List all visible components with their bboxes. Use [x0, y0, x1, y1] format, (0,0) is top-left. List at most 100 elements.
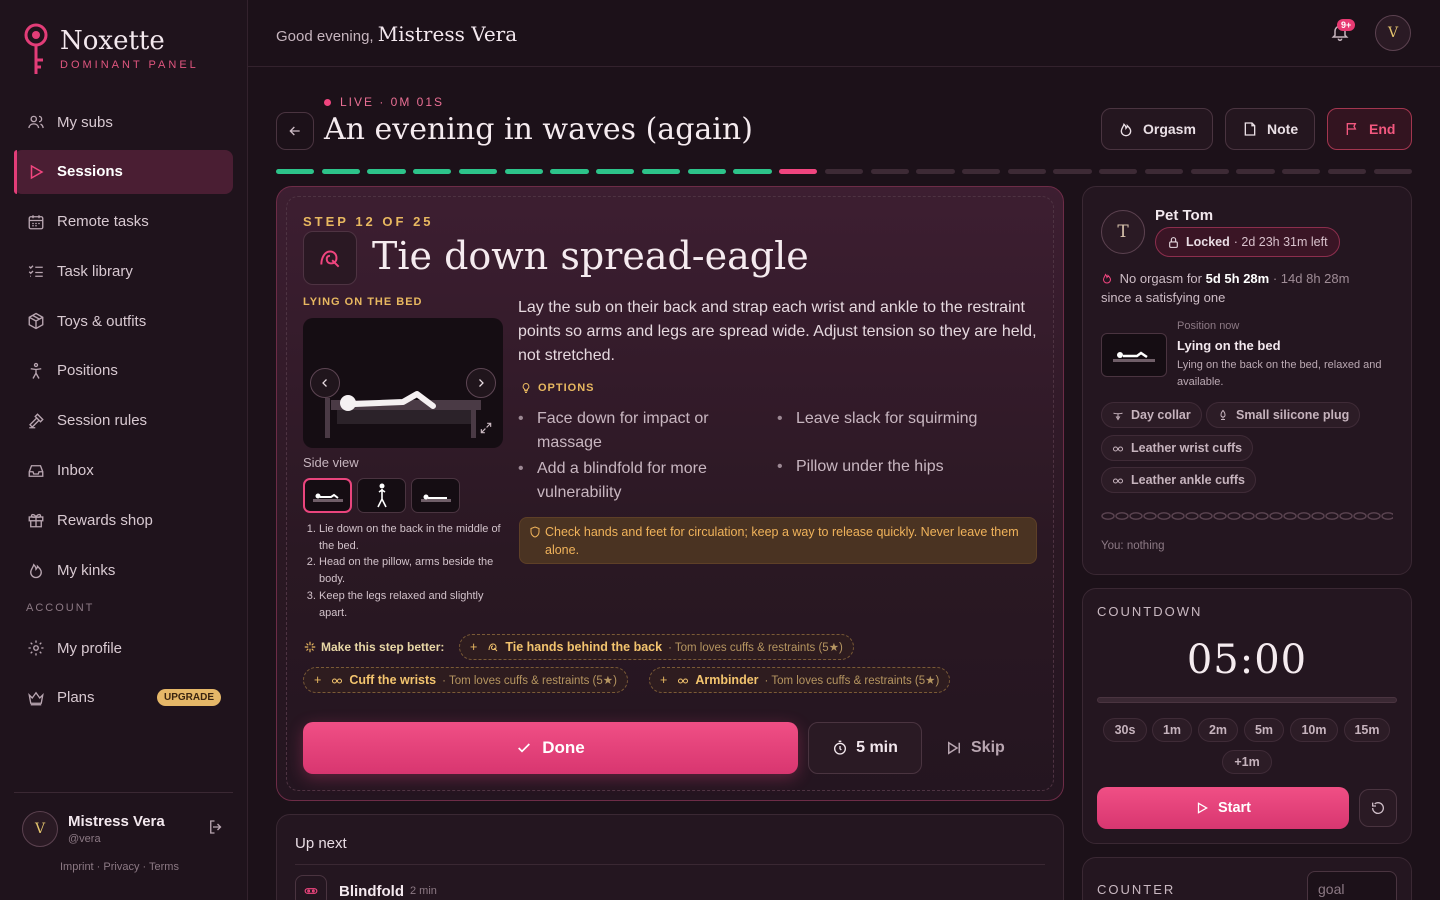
sidebar-item-positions[interactable]: Positions [14, 349, 233, 393]
progress-segment [641, 169, 681, 174]
timer-label: 5 min [856, 739, 898, 756]
gear-icon [26, 638, 46, 658]
preset-1m[interactable]: 1m [1152, 718, 1192, 742]
user-name: Mistress Vera [68, 813, 165, 830]
preset-15m[interactable]: 15m [1344, 718, 1390, 742]
suggestion-chip[interactable]: + Cuff the wrists · Tom loves cuffs & re… [303, 667, 628, 693]
counter-goal-input[interactable] [1307, 871, 1397, 900]
back-button[interactable] [276, 112, 314, 150]
chevron-right-icon [479, 379, 484, 387]
thumb-front-view[interactable] [357, 478, 406, 513]
gear-label: Small silicone plug [1236, 408, 1350, 422]
sidebar-item-session-rules[interactable]: Session rules [14, 399, 233, 443]
next-image-button[interactable] [466, 368, 496, 398]
skip-button[interactable]: Skip [945, 722, 1005, 774]
sub-name[interactable]: Pet Tom [1155, 207, 1213, 224]
option-item: Pillow under the hips [777, 455, 1037, 479]
countdown-start-button[interactable]: Start [1097, 787, 1349, 829]
live-indicator: LIVE · 0M 01S [324, 95, 444, 109]
logout-icon[interactable] [207, 818, 225, 841]
greeting-name: Mistress Vera [377, 22, 518, 46]
up-next-name: Blindfold [339, 882, 404, 900]
plus-icon: + [314, 673, 322, 687]
gear-chip[interactable]: Day collar [1101, 402, 1202, 428]
sidebar-item-sessions[interactable]: Sessions [14, 149, 233, 194]
inbox-icon [26, 461, 46, 481]
progress-segment [413, 169, 452, 174]
reset-icon [1371, 802, 1384, 814]
sidebar-item-toys-outfits[interactable]: Toys & outfits [14, 299, 233, 343]
step-timer-button[interactable]: 5 min [808, 722, 922, 774]
done-button[interactable]: Done [303, 722, 798, 774]
thumb-top-view[interactable] [411, 478, 460, 513]
expand-icon[interactable] [479, 421, 493, 440]
upgrade-badge[interactable]: UPGRADE [156, 688, 221, 706]
sidebar-item-label: My profile [57, 639, 123, 657]
avatar[interactable]: V [22, 811, 58, 847]
avatar[interactable]: T [1101, 210, 1145, 254]
sidebar-item-rewards-shop[interactable]: Rewards shop [14, 498, 233, 542]
top-avatar[interactable]: V [1375, 15, 1411, 51]
sidebar-item-remote-tasks[interactable]: Remote tasks [14, 200, 233, 244]
sidebar-item-plans[interactable]: Plans UPGRADE [14, 676, 233, 720]
sparkle-icon [304, 641, 316, 653]
up-next-title: Up next [295, 835, 347, 852]
preset-30s[interactable]: 30s [1103, 718, 1147, 742]
bed-top-icon [420, 494, 451, 502]
legal-links[interactable]: Imprint · Privacy · Terms [60, 861, 233, 873]
chain-divider-icon [1101, 511, 1393, 521]
arrow-left-icon [289, 126, 300, 136]
collar-icon [1113, 412, 1123, 421]
orgasm-tracker: No orgasm for 5d 5h 28m · 14d 8h 28m sin… [1101, 269, 1401, 307]
suggestion-chip[interactable]: + Armbinder · Tom loves cuffs & restrain… [649, 667, 951, 693]
no-orgasm-prefix: No orgasm for [1119, 271, 1202, 286]
progress-segment [1236, 169, 1275, 174]
key-logo-icon [24, 23, 48, 74]
preset-5m[interactable]: 5m [1244, 718, 1284, 742]
countdown-reset-button[interactable] [1359, 789, 1397, 827]
session-progress [276, 169, 1412, 174]
note-icon [1244, 122, 1256, 136]
lock-status-badge[interactable]: Locked · 2d 23h 31m left [1155, 227, 1340, 257]
progress-segment [550, 169, 589, 174]
avatar[interactable]: V [1375, 15, 1411, 51]
you-label: You: [1101, 540, 1124, 552]
crown-icon [26, 688, 46, 708]
prev-image-button[interactable] [310, 368, 340, 398]
end-button[interactable]: End [1327, 108, 1413, 150]
gear-chip[interactable]: Leather wrist cuffs [1101, 435, 1254, 461]
sidebar-item-my-profile[interactable]: My profile [14, 626, 233, 670]
countdown-progress [1097, 697, 1397, 703]
blindfold-icon [295, 875, 327, 900]
suggestion-chip[interactable]: + Tie hands behind the back · Tom loves … [459, 634, 854, 660]
sidebar-item-task-library[interactable]: Task library [14, 249, 233, 293]
brand[interactable]: Noxette DOMINANT PANEL [22, 22, 199, 78]
progress-segment [733, 169, 772, 174]
instruction-item: Head on the pillow, arms beside the body… [319, 554, 508, 587]
list-item[interactable]: Blindfold 2 min [295, 875, 437, 900]
progress-segment [870, 169, 909, 174]
progress-segment [1099, 169, 1138, 174]
no-orgasm-secondary: · 14d 8h 28m [1272, 271, 1350, 286]
thumb-side-view[interactable] [303, 478, 352, 513]
bed-side-icon [312, 493, 343, 502]
sidebar-item-my-kinks[interactable]: My kinks [14, 548, 233, 592]
suggestion-note: · Tom loves cuffs & restraints (5★) [764, 675, 940, 687]
sidebar-item-my-subs[interactable]: My subs [14, 100, 233, 144]
suggestions-label: Make this step better: [321, 640, 445, 654]
sidebar-item-label: Remote tasks [57, 213, 149, 231]
progress-segment [1327, 169, 1367, 174]
step-description: Lay the sub on their back and strap each… [518, 299, 1037, 364]
preset-plus-1m[interactable]: +1m [1222, 750, 1272, 774]
note-button[interactable]: Note [1225, 108, 1316, 150]
preset-2m[interactable]: 2m [1198, 718, 1238, 742]
progress-segment [458, 169, 498, 174]
start-label: Start [1217, 800, 1252, 816]
users-icon [26, 112, 46, 132]
gear-chip[interactable]: Small silicone plug [1206, 402, 1361, 428]
preset-10m[interactable]: 10m [1290, 718, 1338, 742]
sub-avatar[interactable]: T [1101, 210, 1145, 254]
sidebar-item-inbox[interactable]: Inbox [14, 449, 233, 493]
orgasm-button[interactable]: Orgasm [1101, 108, 1213, 150]
gear-chip[interactable]: Leather ankle cuffs [1101, 467, 1256, 493]
